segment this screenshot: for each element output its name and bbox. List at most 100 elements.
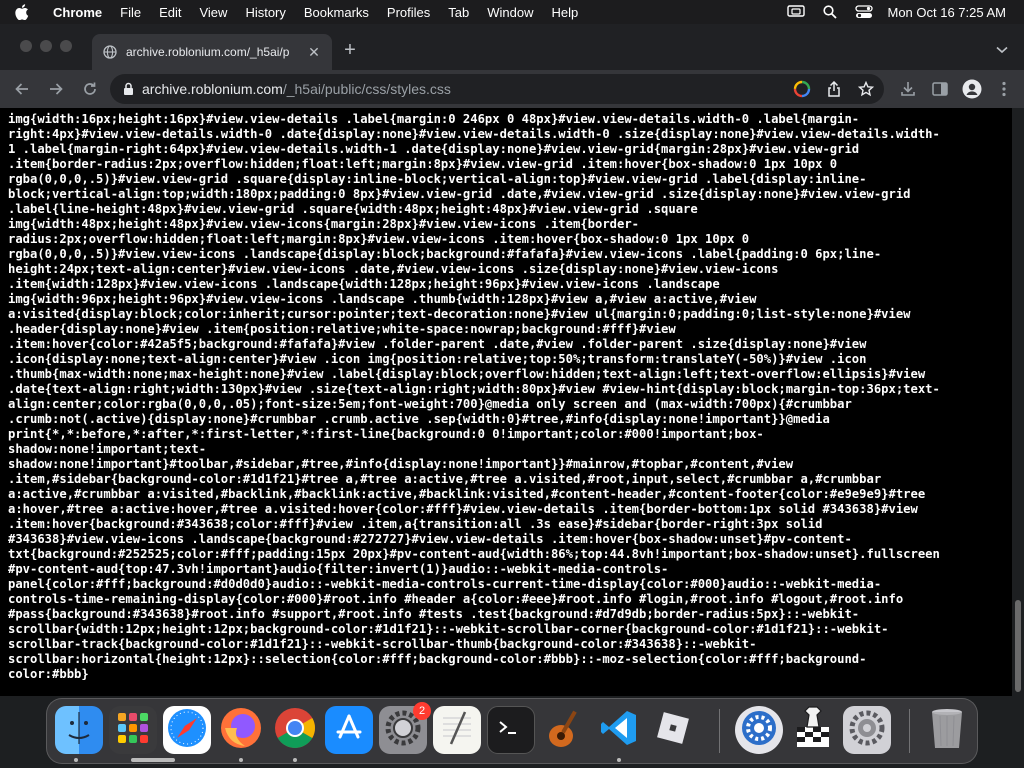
launchpad-icon <box>115 710 151 751</box>
dock-separator <box>719 709 720 753</box>
dock-separator <box>909 709 910 753</box>
address-bar[interactable]: archive.roblonium.com/_h5ai/public/css/s… <box>110 74 884 104</box>
dock-launchpad[interactable] <box>109 706 157 754</box>
side-panel-icon[interactable] <box>928 77 952 101</box>
close-window-button[interactable] <box>20 40 32 52</box>
dock-app-store[interactable] <box>325 706 373 754</box>
window-controls <box>20 40 72 52</box>
dock-system-preferences[interactable]: 2 <box>379 702 431 754</box>
minimize-window-button[interactable] <box>40 40 52 52</box>
code-line: .label{line-height:48px}#view.view-grid … <box>8 202 698 216</box>
scrollbar-thumb[interactable] <box>1015 600 1021 692</box>
code-line: #343638}#view.view-icons .landscape{back… <box>8 532 852 546</box>
textedit-icon <box>439 708 475 753</box>
notification-badge: 2 <box>413 702 431 720</box>
more-menu-icon[interactable] <box>992 77 1016 101</box>
code-line: .item{width:128px}#view.view-icons .land… <box>8 277 720 291</box>
spotlight-search-icon[interactable] <box>813 5 847 19</box>
browser-toolbar: archive.roblonium.com/_h5ai/public/css/s… <box>0 70 1024 108</box>
profile-avatar-icon[interactable] <box>960 77 984 101</box>
roblox-icon <box>653 708 693 753</box>
dock-chrome[interactable] <box>271 706 319 754</box>
running-indicator <box>131 758 175 762</box>
dock-safari[interactable] <box>163 706 211 754</box>
menu-window[interactable]: Window <box>478 5 542 20</box>
reload-icon[interactable] <box>78 77 102 101</box>
menu-bookmarks[interactable]: Bookmarks <box>295 5 378 20</box>
code-line: .icon{display:none;text-align:center}#vi… <box>8 352 867 366</box>
code-line: a:active,#crumbbar a:visited,#backlink,#… <box>8 487 926 501</box>
menu-view[interactable]: View <box>190 5 236 20</box>
code-line: radius:2px;overflow:hidden;float:left;ma… <box>8 232 750 246</box>
browser-tab-strip: archive.roblonium.com/_h5ai/p ✕ + <box>0 24 1024 70</box>
dock-firefox[interactable] <box>217 706 265 754</box>
code-line: .thumb{max-width:none;max-height:none}#v… <box>8 367 926 381</box>
url-text: archive.roblonium.com/_h5ai/public/css/s… <box>142 81 451 97</box>
dock-garageband[interactable] <box>541 706 589 754</box>
menu-app-name[interactable]: Chrome <box>44 5 111 20</box>
code-line: .header{display:none}#view .item{positio… <box>8 322 676 336</box>
menu-profiles[interactable]: Profiles <box>378 5 439 20</box>
menu-history[interactable]: History <box>236 5 294 20</box>
downloads-icon[interactable] <box>896 77 920 101</box>
back-arrow-icon[interactable] <box>10 77 34 101</box>
terminal-icon <box>496 718 526 743</box>
dock-textedit[interactable] <box>433 706 481 754</box>
menu-help[interactable]: Help <box>543 5 588 20</box>
menu-tab[interactable]: Tab <box>439 5 478 20</box>
code-line: .date{text-align:right;width:130px}#view… <box>8 382 940 396</box>
app-store-icon <box>332 711 366 750</box>
code-line: right:4px}#view.view-details.width-0 .da… <box>8 127 940 141</box>
share-icon[interactable] <box>824 79 844 99</box>
zoom-window-button[interactable] <box>60 40 72 52</box>
code-line: scrollbar{width:12px;height:12px;backgro… <box>8 622 889 636</box>
apple-menu-icon[interactable] <box>0 4 44 20</box>
code-line: print{*,*:before,*:after,*:first-letter,… <box>8 427 764 441</box>
control-center-icon[interactable] <box>847 5 881 19</box>
screen-mirroring-icon[interactable] <box>779 5 813 19</box>
dock-trash[interactable] <box>923 706 971 754</box>
code-line: .item:hover{background:#343638;color:#ff… <box>8 517 823 531</box>
code-line: align:center;color:rgba(0,0,0,.05);font-… <box>8 397 852 411</box>
code-line: 1 .label{margin-right:64px}#view.view-de… <box>8 142 860 156</box>
safari-icon <box>166 707 208 754</box>
code-line: #pv-content-aud{top:47.3vh!important}aud… <box>8 562 669 576</box>
code-line: shadow:none!important}#toolbar,#sidebar,… <box>8 457 794 471</box>
tab-title: archive.roblonium.com/_h5ai/p <box>126 45 290 59</box>
google-lens-icon[interactable] <box>792 79 812 99</box>
code-line: controls-time-remaining-display{color:#0… <box>8 592 904 606</box>
forward-arrow-icon[interactable] <box>44 77 68 101</box>
running-indicator <box>239 758 243 762</box>
chrome-icon <box>273 706 317 755</box>
menu-bar-clock[interactable]: Mon Oct 16 7:25 AM <box>881 5 1024 20</box>
code-line: .item{border-radius:2px;overflow:hidden;… <box>8 157 838 171</box>
menu-edit[interactable]: Edit <box>150 5 190 20</box>
browser-tab[interactable]: archive.roblonium.com/_h5ai/p ✕ <box>92 34 332 70</box>
lock-icon[interactable] <box>120 81 136 97</box>
code-line: img{width:48px;height:48px}#view.view-ic… <box>8 217 640 231</box>
running-indicator <box>74 758 78 762</box>
garageband-icon <box>545 706 585 755</box>
dock-terminal[interactable] <box>487 706 535 754</box>
settings-gear-icon <box>847 708 887 753</box>
new-tab-button[interactable]: + <box>340 40 360 60</box>
css-source-text: img{width:16px;height:16px}#view.view-de… <box>8 112 1004 682</box>
code-line: scrollbar:horizontal{height:12px}::selec… <box>8 652 867 666</box>
code-line: #pass{background:#343638}#root.info #sup… <box>8 607 860 621</box>
code-line: img{width:96px;height:96px}#view.view-ic… <box>8 292 757 306</box>
dock-chess[interactable] <box>789 705 837 754</box>
utility-gear-icon <box>739 708 779 753</box>
dock-vscode[interactable] <box>595 706 643 754</box>
vscode-icon <box>599 708 639 753</box>
dock-finder[interactable] <box>55 706 103 754</box>
bookmark-star-icon[interactable] <box>856 79 876 99</box>
dock-system-settings[interactable] <box>843 706 891 754</box>
tab-search-chevron-icon[interactable] <box>994 42 1010 58</box>
vertical-scrollbar[interactable] <box>1012 108 1024 696</box>
dock-utility[interactable] <box>735 706 783 754</box>
code-line: height:24px;text-align:center}#view.view… <box>8 262 779 276</box>
menu-file[interactable]: File <box>111 5 150 20</box>
tab-close-icon[interactable]: ✕ <box>306 44 322 60</box>
dock-roblox[interactable] <box>649 706 697 754</box>
code-line: block;vertical-align:top;width:180px;pad… <box>8 187 911 201</box>
